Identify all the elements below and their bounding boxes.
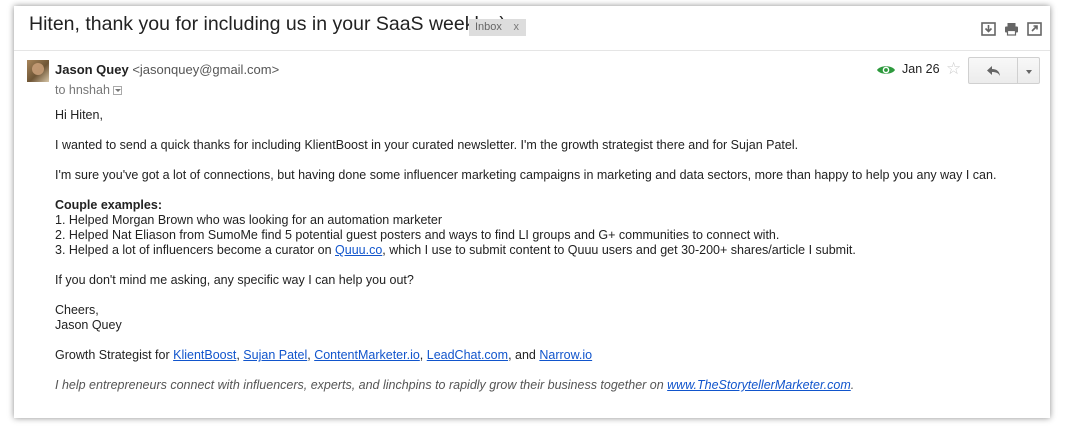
sender-line: Jason Quey <jasonquey@gmail.com> bbox=[55, 62, 279, 77]
sender-name[interactable]: Jason Quey bbox=[55, 62, 129, 77]
signature-name: Jason Quey bbox=[55, 318, 122, 332]
email-subject: Hiten, thank you for including us in you… bbox=[29, 13, 506, 35]
header-divider bbox=[14, 50, 1050, 51]
avatar[interactable] bbox=[27, 60, 49, 82]
contentmarketer-link[interactable]: ContentMarketer.io bbox=[314, 348, 420, 362]
signature-tagline: I help entrepreneurs connect with influe… bbox=[55, 378, 1005, 393]
eye-icon bbox=[877, 66, 895, 74]
example-item: 2. Helped Nat Eliason from SumoMe find 5… bbox=[55, 228, 780, 242]
klientboost-link[interactable]: KlientBoost bbox=[173, 348, 236, 362]
remove-label-button[interactable]: x bbox=[514, 19, 520, 36]
separator: , and bbox=[508, 348, 540, 362]
sender-email: <jasonquey@gmail.com> bbox=[132, 62, 280, 77]
download-icon[interactable] bbox=[981, 22, 996, 36]
example-item-pre: 3. Helped a lot of influencers become a … bbox=[55, 243, 336, 257]
quuu-link[interactable]: Quuu.co bbox=[335, 243, 382, 257]
new-window-icon[interactable] bbox=[1027, 22, 1042, 36]
print-icon[interactable] bbox=[1004, 22, 1019, 36]
paragraph-question: If you don't mind me asking, any specifi… bbox=[55, 273, 414, 287]
leadchat-link[interactable]: LeadChat.com bbox=[427, 348, 508, 362]
email-body: Hi Hiten, I wanted to send a quick thank… bbox=[55, 108, 1005, 408]
signoff-block: Cheers, Jason Quey bbox=[55, 303, 1005, 333]
recipient-text: to hnshah bbox=[55, 83, 110, 97]
greeting: Hi Hiten, bbox=[55, 108, 103, 122]
reply-button[interactable] bbox=[968, 57, 1018, 84]
signature-roles: Growth Strategist for KlientBoost, Sujan… bbox=[55, 348, 1005, 363]
example-item-post: , which I use to submit content to Quuu … bbox=[382, 243, 856, 257]
recipient-line: to hnshah bbox=[55, 83, 122, 97]
tagline-end: . bbox=[850, 378, 855, 392]
examples-heading: Couple examples: bbox=[55, 198, 162, 212]
sujan-patel-link[interactable]: Sujan Patel bbox=[243, 348, 307, 362]
inbox-label-chip[interactable]: Inbox x bbox=[469, 19, 526, 36]
more-options-button[interactable] bbox=[1017, 57, 1040, 84]
inbox-label-text: Inbox bbox=[475, 21, 502, 33]
signoff: Cheers, bbox=[55, 303, 99, 317]
email-date: Jan 26 bbox=[902, 62, 940, 76]
paragraph-offer: I'm sure you've got a lot of connections… bbox=[55, 168, 997, 182]
star-icon[interactable]: ☆ bbox=[946, 60, 961, 77]
show-details-dropdown-icon[interactable] bbox=[112, 86, 122, 95]
signature-prefix: Growth Strategist for bbox=[55, 348, 174, 362]
examples-block: Couple examples: 1. Helped Morgan Brown … bbox=[55, 198, 1005, 258]
narrow-link[interactable]: Narrow.io bbox=[539, 348, 592, 362]
example-item: 1. Helped Morgan Brown who was looking f… bbox=[55, 213, 443, 227]
storyteller-marketer-link[interactable]: www.TheStorytellerMarketer.com bbox=[667, 378, 851, 392]
tagline-text: I help entrepreneurs connect with influe… bbox=[55, 378, 668, 392]
email-panel: Hiten, thank you for including us in you… bbox=[14, 6, 1050, 418]
separator: , bbox=[419, 348, 427, 362]
reply-icon bbox=[987, 66, 1000, 76]
paragraph-thanks: I wanted to send a quick thanks for incl… bbox=[55, 138, 799, 152]
